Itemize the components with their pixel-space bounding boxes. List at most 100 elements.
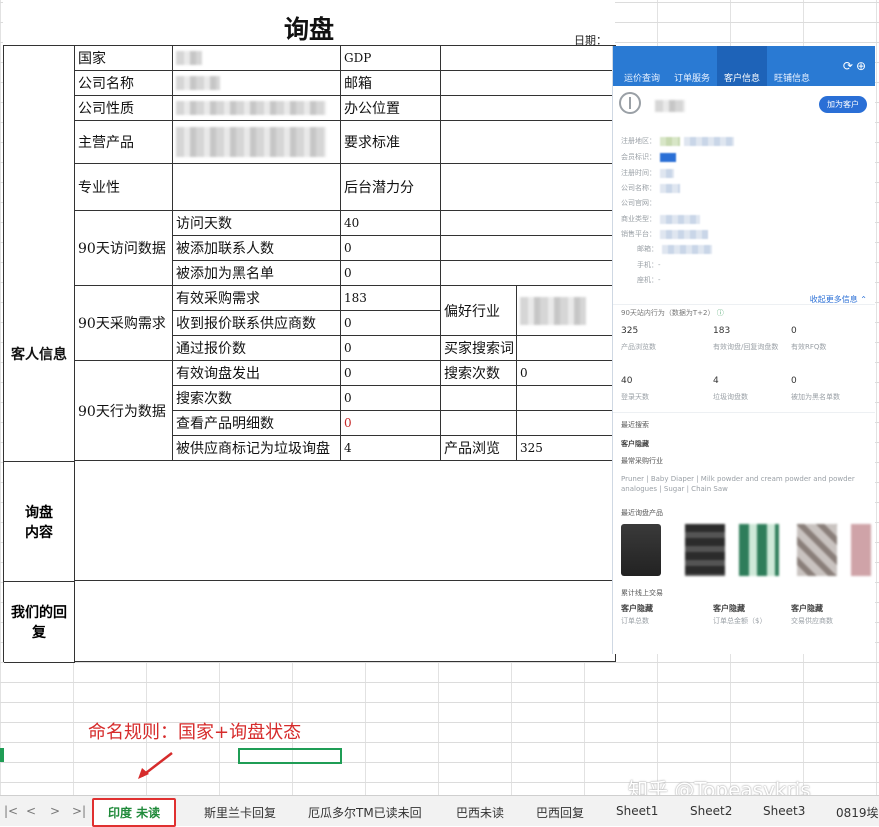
sheet-tab-brazil-reply[interactable]: 巴西回复 xyxy=(536,804,584,821)
sheet-tab-brazil-unread[interactable]: 巴西未读 xyxy=(456,804,504,821)
product-views-label: 产品浏览 xyxy=(440,435,517,461)
trade-amount-label: 订单总金额（$） xyxy=(713,617,767,625)
product-image-5[interactable] xyxy=(851,524,871,576)
added-contacts-extra[interactable] xyxy=(440,235,616,261)
recent-search-title: 最近搜索 xyxy=(621,421,649,429)
product-image-2[interactable] xyxy=(685,524,725,576)
email-value[interactable] xyxy=(440,70,616,96)
purchase-demand-group: 90天采购需求 xyxy=(74,285,173,361)
stat-product-views-label: 产品浏览数 xyxy=(621,343,656,351)
backend-potential-value[interactable] xyxy=(440,163,616,211)
field-sales-platform: 销售平台： xyxy=(621,229,708,239)
inquiry-content-cell[interactable] xyxy=(74,460,616,581)
sheet-tab-sheet2[interactable]: Sheet2 xyxy=(690,804,732,818)
product-image-3[interactable] xyxy=(739,524,779,576)
buyer-search-value[interactable] xyxy=(516,335,616,361)
visit-days-label: 访问天数 xyxy=(172,210,341,236)
valid-requests-label: 有效采购需求 xyxy=(172,285,341,311)
email-label: 邮箱 xyxy=(340,70,441,96)
company-name-label: 公司名称 xyxy=(74,70,173,96)
sheet-tab-sheet3[interactable]: Sheet3 xyxy=(763,804,805,818)
add-customer-button[interactable]: 加为客户 xyxy=(819,96,867,113)
valid-inquiries-label: 有效询盘发出 xyxy=(172,360,341,386)
gdp-value[interactable] xyxy=(440,45,616,71)
panel-header: 加为客户 xyxy=(613,86,875,126)
office-location-label: 办公位置 xyxy=(340,95,441,121)
field-website: 公司官网： xyxy=(621,199,656,207)
sheet-tab-india-unread[interactable]: 印度 未读 xyxy=(92,798,177,827)
valid-requests-value[interactable]: 183 xyxy=(340,285,441,311)
first-sheet-icon[interactable]: |< xyxy=(4,804,18,818)
blacklist-value[interactable]: 0 xyxy=(340,260,441,286)
country-value[interactable] xyxy=(172,45,341,71)
trade-amount-value: 客户隐藏 xyxy=(713,604,745,613)
passed-quotes-value[interactable]: 0 xyxy=(340,335,441,361)
tab-shop-info[interactable]: 旺铺信息 xyxy=(767,46,817,86)
preferred-industry-value[interactable] xyxy=(516,285,616,336)
naming-rule-annotation: 命名规则：国家+询盘状态 xyxy=(88,722,302,743)
trade-suppliers-label: 交易供应商数 xyxy=(791,617,833,625)
empty-cell-3[interactable] xyxy=(440,410,517,436)
professionalism-value[interactable] xyxy=(172,163,341,211)
product-views-value[interactable]: 325 xyxy=(516,435,616,461)
refresh-add-icons[interactable]: ⟳⊕ xyxy=(843,59,869,73)
field-region: 注册地区： xyxy=(621,136,734,146)
visit-days-value[interactable]: 40 xyxy=(340,210,441,236)
sheet-tab-srilanka-reply[interactable]: 斯里兰卡回复 xyxy=(204,804,276,821)
company-name-value[interactable] xyxy=(172,70,341,96)
field-reg-time: 注册时间： xyxy=(621,168,674,178)
row-selection-mark xyxy=(0,748,4,762)
sheet-tab-ecuador[interactable]: 厄瓜多尔TM已读未回 xyxy=(308,804,422,821)
tab-customer-info[interactable]: 客户信息 xyxy=(717,46,768,86)
empty-cell-1[interactable] xyxy=(440,385,517,411)
recent-products-title: 最近询盘产品 xyxy=(621,509,663,517)
stat-rfq: 0 xyxy=(791,326,797,336)
empty-cell-2[interactable] xyxy=(516,385,616,411)
industries-list: Pruner | Baby Diaper | Milk powder and c… xyxy=(621,475,855,493)
stat-rfq-label: 有效RFQ数 xyxy=(791,343,827,351)
added-contacts-label: 被添加联系人数 xyxy=(172,235,341,261)
blacklist-extra[interactable] xyxy=(440,260,616,286)
last-sheet-icon[interactable]: >| xyxy=(72,804,86,818)
spam-marked-value[interactable]: 4 xyxy=(340,435,441,461)
frequent-industry-title: 最常采购行业 xyxy=(621,457,663,465)
valid-inquiries-value[interactable]: 0 xyxy=(340,360,441,386)
received-quotes-value[interactable]: 0 xyxy=(340,310,441,336)
backend-potential-label: 后台潜力分 xyxy=(340,163,441,211)
next-sheet-icon[interactable]: > xyxy=(50,804,60,818)
sheet-title: 询盘 xyxy=(283,15,334,44)
spam-marked-label: 被供应商标记为垃圾询盘 xyxy=(172,435,341,461)
view-detail-value[interactable]: 0 xyxy=(340,410,441,436)
office-location-value[interactable] xyxy=(440,95,616,121)
company-type-value[interactable] xyxy=(172,95,341,121)
added-contacts-value[interactable]: 0 xyxy=(340,235,441,261)
prev-sheet-icon[interactable]: < xyxy=(26,804,36,818)
online-trade-title: 累计线上交易 xyxy=(621,589,663,597)
empty-cell-4[interactable] xyxy=(516,410,616,436)
field-landline: 座机：- xyxy=(637,276,661,284)
search-times-value[interactable]: 0 xyxy=(340,385,441,411)
sheet-tab-sheet1[interactable]: Sheet1 xyxy=(616,804,658,818)
title-row: 询盘 日期： xyxy=(3,0,615,47)
search-times-label: 搜索次数 xyxy=(172,385,341,411)
main-product-value[interactable] xyxy=(172,120,341,164)
panel-divider xyxy=(613,304,875,305)
tab-freight-query[interactable]: 运价查询 xyxy=(617,46,667,86)
avatar-icon xyxy=(619,92,641,114)
our-reply-cell[interactable] xyxy=(74,580,616,662)
sheet-tab-egypt[interactable]: 0819埃及 xyxy=(836,804,879,821)
product-image-4[interactable] xyxy=(797,524,837,576)
trade-suppliers-value: 客户隐藏 xyxy=(791,604,823,613)
annotation-arrow-icon xyxy=(138,752,173,779)
requirement-value[interactable] xyxy=(440,120,616,164)
inquiry-content-text: 询盘内容 xyxy=(25,504,53,541)
view-detail-label: 查看产品明细数 xyxy=(172,410,341,436)
tab-order-service[interactable]: 订单服务 xyxy=(667,46,717,86)
selected-cell[interactable] xyxy=(238,748,342,764)
professionalism-label: 专业性 xyxy=(74,163,173,211)
stat-login-days: 40 xyxy=(621,376,633,386)
product-image-1[interactable] xyxy=(621,524,661,576)
blacklist-label: 被添加为黑名单 xyxy=(172,260,341,286)
search-count-value[interactable]: 0 xyxy=(516,360,616,386)
visit-days-extra[interactable] xyxy=(440,210,616,236)
